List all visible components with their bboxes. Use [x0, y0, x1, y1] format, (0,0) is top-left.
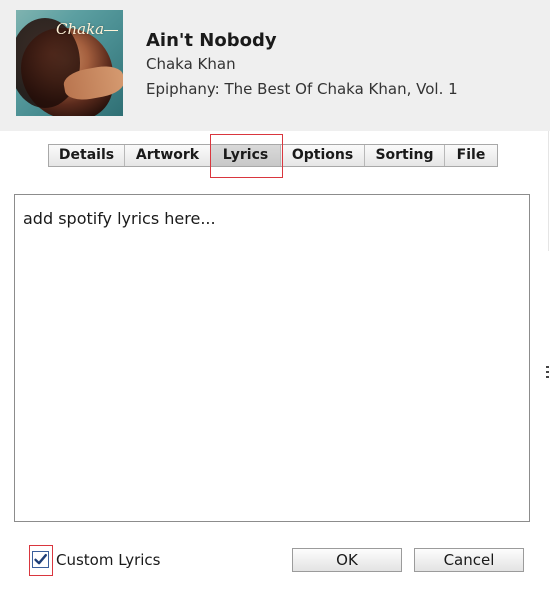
tab-file[interactable]: File: [445, 145, 497, 166]
song-artist: Chaka Khan: [146, 55, 236, 73]
custom-lyrics-label[interactable]: Custom Lyrics: [56, 551, 161, 569]
cancel-button[interactable]: Cancel: [414, 548, 524, 572]
album-artwork[interactable]: Chaka: [16, 10, 123, 116]
checkmark-icon: [34, 554, 47, 565]
artwork-dash: [104, 30, 118, 31]
tab-details[interactable]: Details: [49, 145, 125, 166]
custom-lyrics-checkbox[interactable]: [32, 551, 49, 568]
window-edge-divider: [548, 131, 549, 251]
tab-options[interactable]: Options: [281, 145, 365, 166]
artwork-text: Chaka: [56, 20, 105, 38]
tab-bar: Details Artwork Lyrics Options Sorting F…: [48, 144, 498, 167]
song-album: Epiphany: The Best Of Chaka Khan, Vol. 1: [146, 80, 458, 98]
tab-lyrics[interactable]: Lyrics: [211, 145, 281, 166]
song-title: Ain't Nobody: [146, 30, 277, 51]
track-header: Chaka Ain't Nobody Chaka Khan Epiphany: …: [0, 0, 550, 131]
ok-button[interactable]: OK: [292, 548, 402, 572]
resize-grip-icon[interactable]: [546, 366, 549, 378]
lyrics-textarea[interactable]: [14, 194, 530, 522]
tab-sorting[interactable]: Sorting: [365, 145, 445, 166]
tab-artwork[interactable]: Artwork: [125, 145, 211, 166]
